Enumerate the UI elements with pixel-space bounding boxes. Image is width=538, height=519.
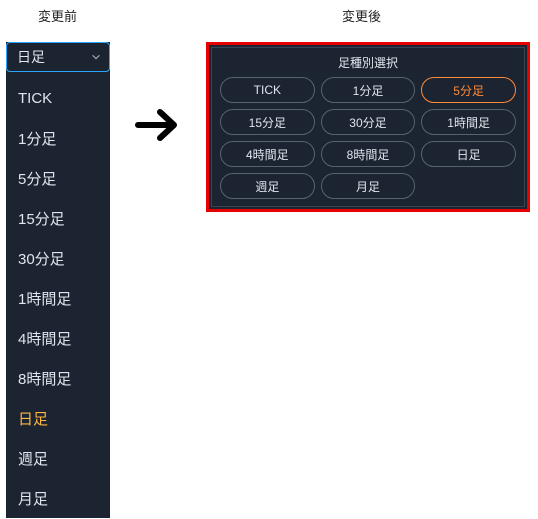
dropdown-item-label: 4時間足 <box>18 328 71 349</box>
chip-label: 8時間足 <box>347 146 390 163</box>
chip-label: 5分足 <box>453 82 484 99</box>
chip-label: 30分足 <box>349 114 386 131</box>
dropdown-item-label: 5分足 <box>18 168 56 189</box>
chip-label: 4時間足 <box>246 146 289 163</box>
dropdown-selected[interactable]: 日足 <box>6 42 110 72</box>
dropdown-item[interactable]: 4時間足 <box>6 318 110 358</box>
timeframe-panel: 足種別選択 TICK 1分足 5分足 15分足 30分足 1時間足 4時間足 8時間足 日足週足… <box>211 47 525 207</box>
timeframe-chip[interactable]: 日足 <box>421 141 516 167</box>
dropdown-item-label: 15分足 <box>18 208 65 229</box>
chip-label: 1時間足 <box>447 114 490 131</box>
dropdown-item[interactable]: 8時間足 <box>6 358 110 398</box>
timeframe-chip[interactable]: 30分足 <box>321 109 416 135</box>
dropdown-item-label: 日足 <box>18 408 48 429</box>
dropdown-item-label: 1時間足 <box>18 288 71 309</box>
dropdown-item[interactable]: 30分足 <box>6 238 110 278</box>
dropdown-item[interactable]: TICK <box>6 78 110 118</box>
panel-title: 足種別選択 <box>212 48 524 75</box>
timeframe-chip[interactable]: 月足 <box>321 173 416 199</box>
dropdown-item[interactable]: 1時間足 <box>6 278 110 318</box>
timeframe-chip[interactable]: 8時間足 <box>321 141 416 167</box>
dropdown-item-label: 1分足 <box>18 128 56 149</box>
header-after: 変更後 <box>342 6 381 25</box>
dropdown-item-label: 8時間足 <box>18 368 71 389</box>
timeframe-chip[interactable]: 1分足 <box>321 77 416 103</box>
chevron-down-icon <box>91 52 101 62</box>
chip-label: TICK <box>254 83 281 97</box>
timeframe-chip[interactable]: 5分足 <box>421 77 516 103</box>
timeframe-chip[interactable]: 15分足 <box>220 109 315 135</box>
chip-label: 1分足 <box>353 82 384 99</box>
dropdown-item-label: TICK <box>18 90 52 107</box>
dropdown-item[interactable]: 月足 <box>6 478 110 518</box>
timeframe-chip[interactable]: TICK <box>220 77 315 103</box>
chip-label: 15分足 <box>249 114 286 131</box>
chip-label: 週足 <box>255 178 279 195</box>
dropdown-item-label: 月足 <box>18 488 48 509</box>
dropdown-item[interactable]: 1分足 <box>6 118 110 158</box>
header-before: 変更前 <box>38 6 77 25</box>
dropdown-item[interactable]: 日足 <box>6 398 110 438</box>
dropdown-item[interactable]: 5分足 <box>6 158 110 198</box>
dropdown-item[interactable]: 15分足 <box>6 198 110 238</box>
timeframe-chip[interactable]: 週足 <box>220 173 315 199</box>
timeframe-panel-highlight: 足種別選択 TICK 1分足 5分足 15分足 30分足 1時間足 4時間足 8時間足 日足週足… <box>206 42 530 212</box>
timeframe-chip[interactable]: 4時間足 <box>220 141 315 167</box>
dropdown-item-label: 週足 <box>18 448 48 469</box>
chip-grid: TICK 1分足 5分足 15分足 30分足 1時間足 4時間足 8時間足 日足週足 月足 <box>212 75 524 207</box>
chip-label: 月足 <box>356 178 380 195</box>
timeframe-dropdown: 日足 TICK1分足5分足15分足30分足1時間足4時間足8時間足日足週足月足 <box>6 42 110 518</box>
chip-label: 日足 <box>457 146 481 163</box>
dropdown-item[interactable]: 週足 <box>6 438 110 478</box>
timeframe-chip[interactable]: 1時間足 <box>421 109 516 135</box>
arrow-right-icon <box>134 100 184 150</box>
dropdown-selected-label: 日足 <box>17 47 45 67</box>
dropdown-list: TICK 1分足 5分足 15分足 30分足 1時間足 4時間足 8時間足日足週足月足 <box>6 72 110 518</box>
dropdown-item-label: 30分足 <box>18 248 65 269</box>
